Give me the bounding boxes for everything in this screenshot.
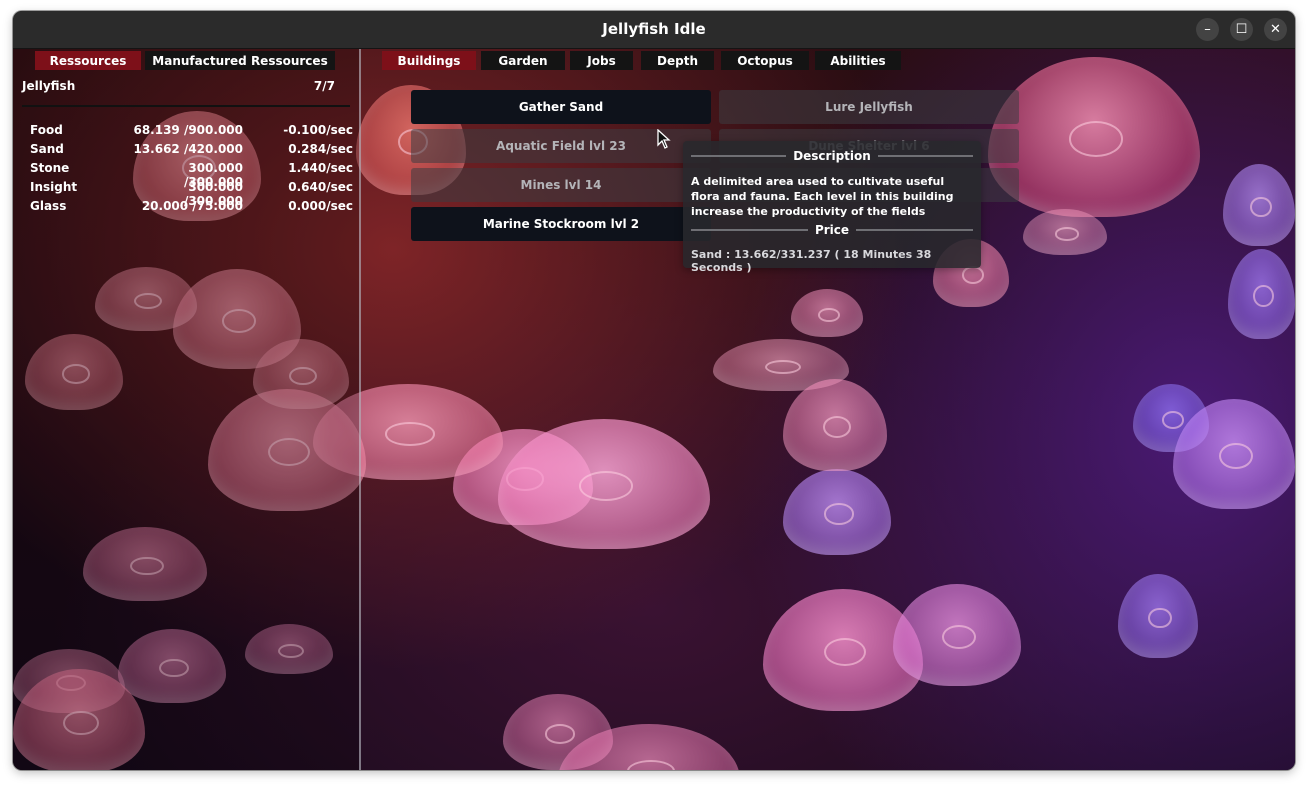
resource-name: Sand bbox=[30, 142, 64, 156]
jellyfish-decoration bbox=[791, 289, 863, 337]
resource-row-stone: Stone 300.000 /300.000 1.440/sec bbox=[13, 161, 359, 189]
jellyfish-decoration bbox=[988, 57, 1200, 217]
resource-row-glass: Glass 20.000 /75.000 0.000/sec bbox=[13, 199, 359, 218]
close-icon: ✕ bbox=[1270, 22, 1281, 37]
resource-rate: 0.640/sec bbox=[288, 180, 353, 194]
close-button[interactable]: ✕ bbox=[1264, 18, 1287, 41]
resource-row-insight: Insight 300.000 /300.000 0.640/sec bbox=[13, 180, 359, 208]
resource-name: Food bbox=[30, 123, 63, 137]
resource-name: Glass bbox=[30, 199, 67, 213]
jellyfish-decoration bbox=[1228, 249, 1295, 339]
tab-ressources[interactable]: Ressources bbox=[35, 51, 141, 70]
gather-sand-button[interactable]: Gather Sand bbox=[411, 90, 711, 124]
tab-octopus[interactable]: Octopus bbox=[721, 51, 809, 70]
tab-depth[interactable]: Depth bbox=[641, 51, 714, 70]
resource-row-food: Food 68.139 /900.000 -0.100/sec bbox=[13, 123, 359, 142]
resource-amount: 20.000 /75.000 bbox=[141, 199, 243, 213]
tab-abilities[interactable]: Abilities bbox=[815, 51, 901, 70]
resource-rate: -0.100/sec bbox=[283, 123, 353, 137]
divider bbox=[856, 229, 974, 231]
divider bbox=[877, 155, 973, 157]
window-title: Jellyfish Idle bbox=[602, 20, 706, 38]
resource-amount: 13.662 /420.000 bbox=[133, 142, 243, 156]
mines-button[interactable]: Mines lvl 14 bbox=[411, 168, 711, 202]
jellyfish-count: 7/7 bbox=[313, 79, 335, 93]
mouse-cursor-icon bbox=[657, 129, 671, 149]
jellyfish-decoration bbox=[783, 379, 887, 471]
resource-rate: 0.284/sec bbox=[288, 142, 353, 156]
app-window: Jellyfish Idle – ☐ ✕ Ressources Manufact… bbox=[13, 11, 1295, 770]
maximize-icon: ☐ bbox=[1235, 22, 1248, 37]
resource-row-sand: Sand 13.662 /420.000 0.284/sec bbox=[13, 142, 359, 161]
resources-panel: Ressources Manufactured Ressources Jelly… bbox=[13, 49, 361, 770]
divider bbox=[691, 155, 787, 157]
title-bar[interactable]: Jellyfish Idle – ☐ ✕ bbox=[13, 11, 1295, 49]
resource-rate: 1.440/sec bbox=[288, 161, 353, 175]
maximize-button[interactable]: ☐ bbox=[1230, 18, 1253, 41]
tooltip-price: Sand : 13.662/331.237 ( 18 Minutes 38 Se… bbox=[691, 248, 932, 274]
marine-stockroom-button[interactable]: Marine Stockroom lvl 2 bbox=[411, 207, 711, 241]
jellyfish-decoration bbox=[893, 584, 1021, 686]
resource-name: Stone bbox=[30, 161, 70, 175]
divider bbox=[691, 229, 808, 231]
price-heading-label: Price bbox=[814, 223, 850, 237]
jellyfish-label: Jellyfish bbox=[22, 79, 76, 93]
resource-rate: 0.000/sec bbox=[288, 199, 353, 213]
tab-jobs[interactable]: Jobs bbox=[570, 51, 633, 70]
tab-buildings[interactable]: Buildings bbox=[382, 51, 476, 70]
price-heading: Price bbox=[691, 223, 974, 237]
resource-name: Insight bbox=[30, 180, 78, 194]
jellyfish-decoration bbox=[783, 469, 891, 555]
description-heading-label: Description bbox=[793, 149, 871, 163]
tab-garden[interactable]: Garden bbox=[481, 51, 565, 70]
tab-manufactured-ressources[interactable]: Manufactured Ressources bbox=[145, 51, 335, 70]
jellyfish-decoration bbox=[1223, 164, 1295, 246]
lure-jellyfish-button[interactable]: Lure Jellyfish bbox=[719, 90, 1019, 124]
tooltip-description: A delimited area used to cultivate usefu… bbox=[691, 175, 954, 218]
game-area: Ressources Manufactured Ressources Jelly… bbox=[13, 49, 1295, 770]
minimize-button[interactable]: – bbox=[1196, 18, 1219, 41]
resource-amount: 68.139 /900.000 bbox=[133, 123, 243, 137]
description-heading: Description bbox=[691, 149, 973, 163]
jellyfish-progress-bar bbox=[22, 105, 350, 107]
building-tooltip: Description A delimited area used to cul… bbox=[683, 141, 981, 274]
jellyfish-decoration bbox=[1118, 574, 1198, 658]
minimize-icon: – bbox=[1204, 22, 1211, 37]
